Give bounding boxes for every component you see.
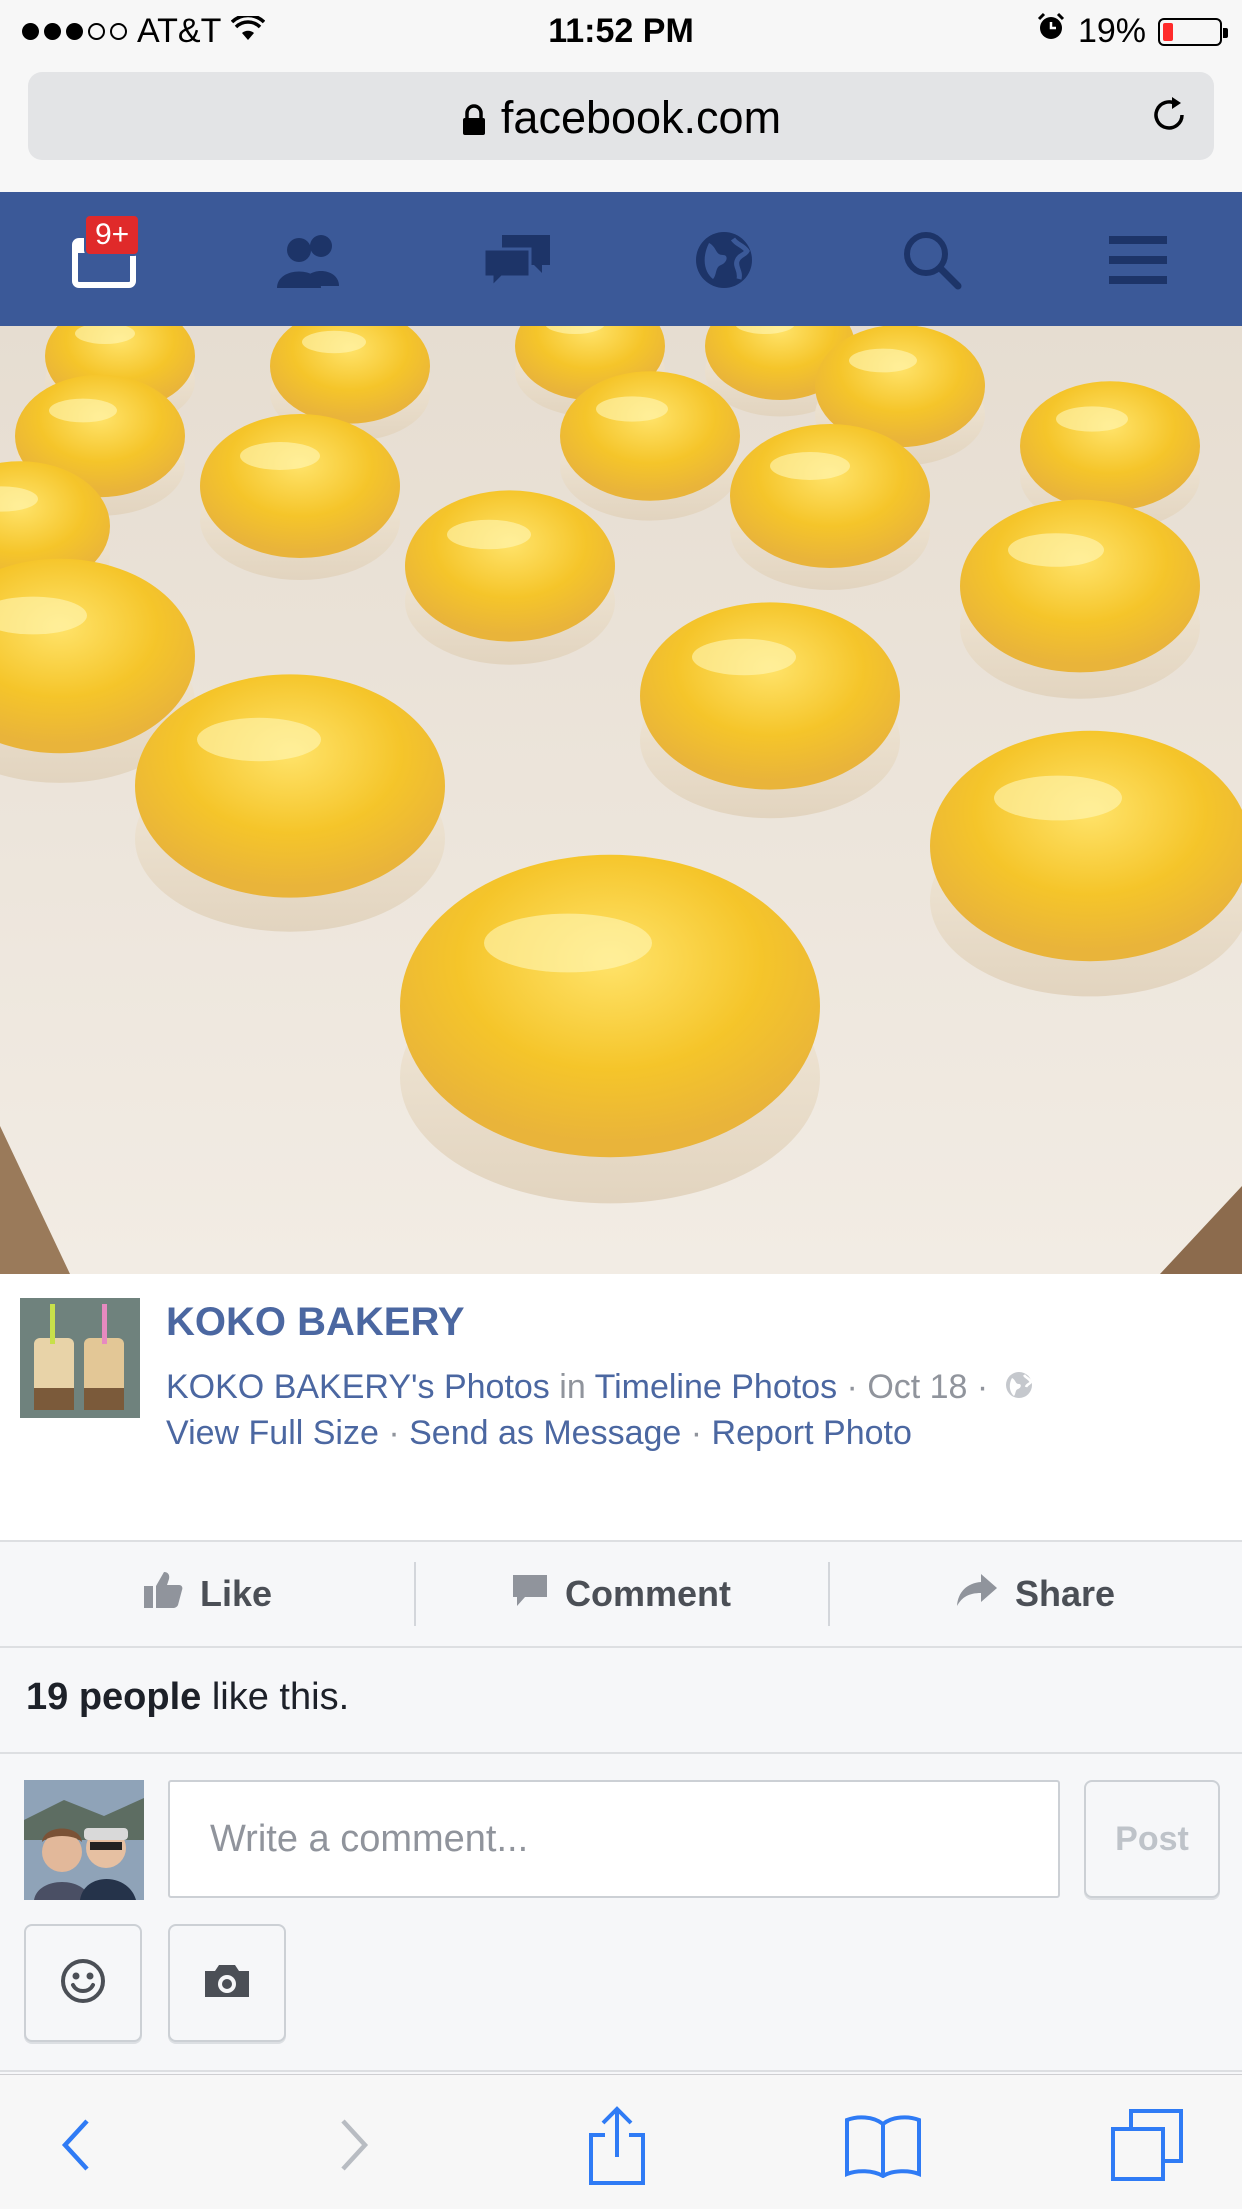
reload-icon[interactable] [1146, 92, 1192, 143]
forward-icon[interactable] [308, 2105, 398, 2185]
in-text: in [559, 1368, 586, 1406]
separator: · [837, 1368, 868, 1406]
post-comment-button[interactable]: Post [1084, 1780, 1220, 1898]
send-as-message-link[interactable]: Send as Message [409, 1414, 681, 1452]
comment-label: Comment [564, 1573, 731, 1614]
status-bar: AT&T 11:52 PM 19% [0, 0, 1242, 62]
separator: · [681, 1414, 712, 1452]
public-globe-icon [1004, 1370, 1034, 1409]
view-full-size-link[interactable]: View Full Size [166, 1414, 379, 1452]
lock-icon [461, 95, 487, 147]
divider [0, 2070, 1242, 2072]
comment-bubble-icon [511, 1571, 549, 1618]
share-arrow-icon [955, 1572, 999, 1617]
pastry-photo-illustration [0, 326, 1242, 1274]
friends-icon[interactable] [270, 220, 350, 300]
post-photo[interactable] [0, 326, 1242, 1274]
messages-icon[interactable] [478, 220, 558, 300]
post-info: KOKO BAKERY KOKO BAKERY's Photos in Time… [0, 1274, 1242, 1542]
address-bar[interactable]: facebook.com [28, 72, 1214, 160]
notification-badge: 9+ [84, 214, 141, 256]
address-text-row[interactable]: facebook.com [28, 92, 1214, 147]
divider [0, 1752, 1242, 1754]
album-link[interactable]: Timeline Photos [595, 1368, 838, 1406]
url-domain: facebook.com [500, 92, 782, 143]
menu-icon[interactable] [1098, 220, 1178, 300]
post-source-line: KOKO BAKERY's Photos in Timeline Photos … [166, 1368, 1034, 1409]
post-date[interactable]: Oct 18 [867, 1368, 967, 1406]
likes-count[interactable]: 19 people [26, 1676, 201, 1718]
camera-icon [201, 1961, 253, 2006]
photo-attach-button[interactable] [168, 1924, 286, 2042]
report-photo-link[interactable]: Report Photo [712, 1414, 912, 1452]
comment-button[interactable]: Comment [414, 1542, 828, 1646]
album-owner-link[interactable]: KOKO BAKERY's Photos [166, 1368, 550, 1406]
battery-fill [1163, 22, 1173, 41]
page-avatar[interactable] [20, 1298, 140, 1418]
browser-address-area: facebook.com [0, 62, 1242, 192]
share-button[interactable]: Share [828, 1542, 1242, 1646]
facebook-nav-bar: 9+ [0, 192, 1242, 326]
post-action-bar: Like Comment Share [0, 1542, 1242, 1648]
globe-icon[interactable] [684, 220, 764, 300]
share-label: Share [1014, 1573, 1116, 1614]
bookmarks-icon[interactable] [838, 2105, 928, 2185]
status-right: 19% [1036, 12, 1228, 51]
back-icon[interactable] [32, 2105, 122, 2185]
comment-input[interactable] [168, 1780, 1060, 1898]
like-label: Like [199, 1573, 273, 1614]
post-links: View Full Size · Send as Message · Repor… [166, 1414, 912, 1453]
likes-summary[interactable]: 19 people like this. [26, 1676, 349, 1719]
emoji-button[interactable] [24, 1924, 142, 2042]
page-name[interactable]: KOKO BAKERY [166, 1300, 465, 1345]
share-icon[interactable] [572, 2105, 662, 2185]
thumbs-up-icon [142, 1570, 184, 1619]
user-avatar [24, 1780, 144, 1900]
battery-icon [1158, 17, 1228, 46]
smiley-icon [59, 1957, 107, 2010]
likes-suffix: like this. [201, 1676, 350, 1718]
battery-percent: 19% [1077, 12, 1146, 50]
alarm-icon [1036, 12, 1066, 51]
search-icon[interactable] [892, 220, 972, 300]
browser-toolbar [0, 2074, 1242, 2209]
like-button[interactable]: Like [0, 1542, 414, 1646]
separator: · [967, 1368, 998, 1406]
separator: · [378, 1414, 410, 1452]
tabs-icon[interactable] [1102, 2105, 1192, 2185]
